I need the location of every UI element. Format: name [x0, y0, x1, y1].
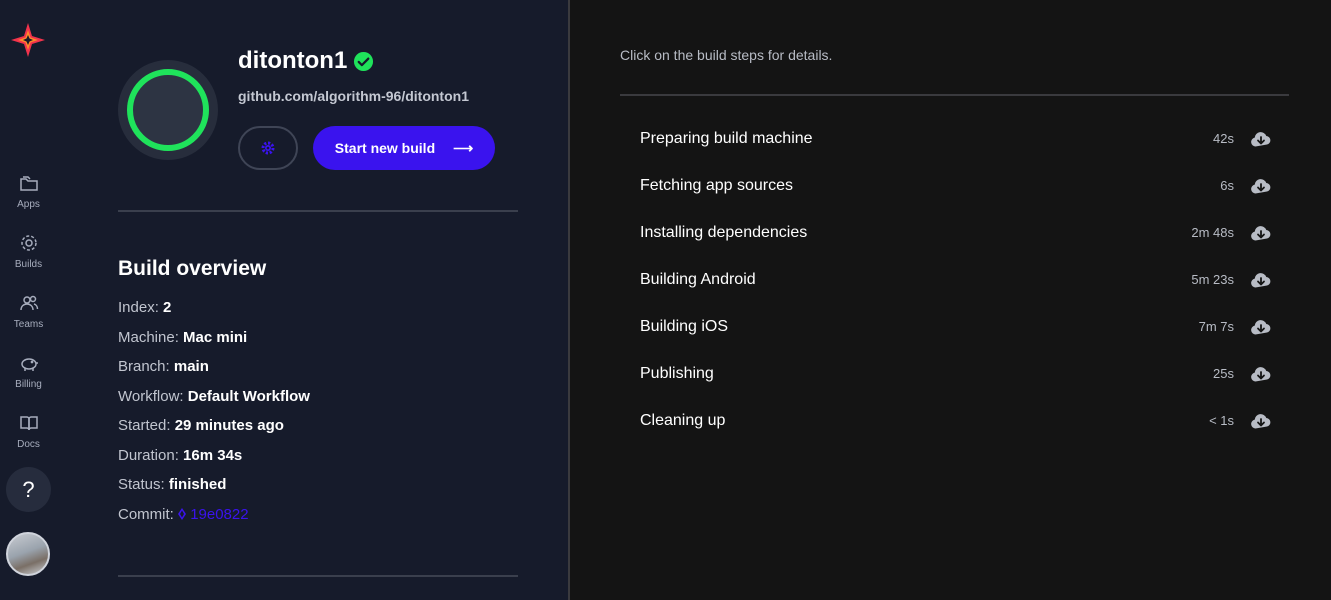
help-icon: ? — [22, 476, 35, 502]
book-icon — [19, 416, 38, 431]
step-duration: 7m 7s — [1198, 319, 1234, 334]
gear-icon — [261, 141, 275, 155]
detail-label: Branch: — [118, 358, 170, 375]
download-icon[interactable] — [1250, 271, 1272, 289]
step-name: Installing dependencies — [640, 224, 808, 241]
step-name: Building Android — [640, 271, 756, 288]
codemagic-logo-icon[interactable] — [9, 21, 47, 59]
detail-index: Index: 2 — [118, 298, 310, 328]
divider — [118, 575, 518, 577]
download-icon[interactable] — [1250, 224, 1272, 242]
divider — [118, 210, 518, 212]
build-details: Index: 2 Machine: Mac mini Branch: main … — [118, 298, 310, 534]
repository-link[interactable]: github.com/algorithm-96/ditonton1 — [238, 88, 469, 104]
sidebar-item-docs[interactable]: Docs — [0, 412, 57, 462]
build-step-publishing[interactable]: Publishing 25s — [620, 351, 1289, 398]
divider — [620, 94, 1289, 96]
build-info-panel: ditonton1 github.com/algorithm-96/ditont… — [57, 0, 568, 600]
step-duration: 6s — [1220, 178, 1234, 193]
users-icon — [19, 295, 38, 311]
folder-icon — [19, 176, 38, 191]
download-icon[interactable] — [1250, 365, 1272, 383]
help-button[interactable]: ? — [6, 467, 51, 512]
sidebar: Apps Builds Teams Billing Docs ? — [0, 0, 57, 600]
sidebar-item-label: Builds — [14, 259, 43, 270]
step-duration: 42s — [1213, 131, 1234, 146]
download-icon[interactable] — [1250, 412, 1272, 430]
detail-branch: Branch: main — [118, 357, 310, 387]
build-step-preparing[interactable]: Preparing build machine 42s — [620, 116, 1289, 163]
build-status-ring — [127, 69, 209, 151]
detail-label: Index: — [118, 299, 159, 316]
detail-label: Machine: — [118, 328, 179, 346]
start-new-build-label: Start new build — [334, 140, 436, 156]
detail-value: 29 minutes ago — [174, 417, 284, 434]
detail-duration: Duration: 16m 34s — [118, 446, 310, 476]
detail-workflow: Workflow: Default Workflow — [118, 387, 310, 417]
detail-started: Started: 29 minutes ago — [118, 416, 310, 446]
detail-label: Duration: — [118, 446, 179, 464]
sidebar-item-apps[interactable]: Apps — [0, 172, 57, 222]
detail-label: Started: — [118, 417, 171, 434]
app-settings-button[interactable] — [238, 126, 298, 170]
build-steps-hint: Click on the build steps for details. — [620, 47, 833, 63]
sidebar-item-billing[interactable]: Billing — [0, 352, 57, 402]
step-duration: 25s — [1213, 366, 1234, 381]
app-name: ditonton1 — [238, 47, 374, 75]
step-duration: 2m 48s — [1191, 225, 1234, 240]
detail-value: 2 — [163, 299, 172, 316]
detail-label: Workflow: — [118, 387, 184, 405]
detail-value: Mac mini — [183, 328, 248, 346]
detail-value: finished — [168, 476, 227, 493]
detail-status: Status: finished — [118, 475, 310, 505]
detail-machine: Machine: Mac mini — [118, 328, 310, 358]
build-steps-list: Preparing build machine 42s Fetching app… — [620, 116, 1289, 445]
sidebar-item-label: Apps — [17, 199, 40, 210]
detail-value: Default Workflow — [187, 387, 310, 405]
build-step-cleaning[interactable]: Cleaning up < 1s — [620, 398, 1289, 445]
detail-label: Commit: — [118, 505, 174, 523]
sidebar-item-label: Docs — [17, 439, 40, 450]
step-duration: < 1s — [1209, 413, 1234, 428]
step-name: Publishing — [640, 365, 714, 382]
step-name: Building iOS — [640, 318, 729, 335]
download-icon[interactable] — [1250, 318, 1272, 336]
app-title: ditonton1 — [238, 47, 348, 74]
step-name: Preparing build machine — [640, 130, 813, 147]
panel-divider — [568, 0, 570, 600]
step-duration: 5m 23s — [1191, 272, 1234, 287]
commit-icon — [178, 507, 187, 520]
build-step-fetching[interactable]: Fetching app sources 6s — [620, 163, 1289, 210]
sidebar-item-teams[interactable]: Teams — [0, 292, 57, 342]
start-new-build-button[interactable]: Start new build ⟶ — [313, 126, 495, 170]
step-name: Fetching app sources — [640, 177, 793, 194]
sidebar-item-builds[interactable]: Builds — [0, 232, 57, 282]
detail-value: main — [173, 358, 209, 375]
detail-label: Status: — [118, 476, 165, 493]
step-name: Cleaning up — [640, 412, 726, 429]
piggy-bank-icon — [20, 358, 38, 371]
detail-value: 16m 34s — [183, 446, 243, 464]
check-circle-icon — [354, 51, 374, 71]
sidebar-item-label: Billing — [15, 379, 42, 390]
download-icon[interactable] — [1250, 177, 1272, 195]
build-step-installing[interactable]: Installing dependencies 2m 48s — [620, 210, 1289, 257]
sidebar-item-label: Teams — [13, 319, 44, 330]
commit-link[interactable]: 19e0822 — [190, 506, 248, 523]
build-overview-title: Build overview — [118, 257, 267, 280]
build-step-ios[interactable]: Building iOS 7m 7s — [620, 304, 1289, 351]
arrow-right-icon: ⟶ — [453, 139, 474, 156]
download-icon[interactable] — [1250, 130, 1272, 148]
builds-icon — [20, 235, 37, 251]
user-avatar[interactable] — [6, 532, 50, 576]
detail-commit: Commit: 19e0822 — [118, 505, 310, 535]
app-avatar — [118, 60, 218, 160]
build-step-android[interactable]: Building Android 5m 23s — [620, 257, 1289, 304]
